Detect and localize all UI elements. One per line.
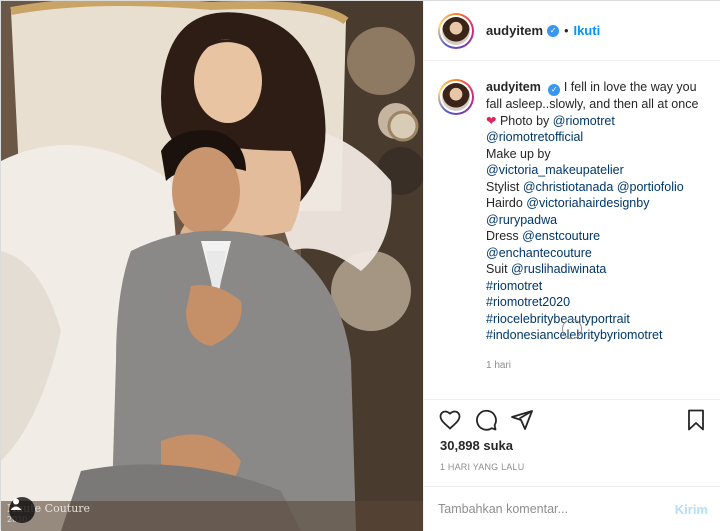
mention-link[interactable]: @victoria_makeupatelier (486, 163, 624, 177)
mention-link[interactable]: @christiotanada (523, 180, 614, 194)
caption-section: audyitem ✓ I fell in love the way you fa… (424, 69, 720, 399)
caption-avatar-inner (440, 81, 472, 113)
mention-link[interactable]: @enstcouture (522, 229, 600, 243)
share-icon[interactable] (510, 408, 534, 432)
avatar-image (442, 16, 470, 45)
mention-link[interactable]: @rurypadwa (486, 213, 557, 227)
mention-link[interactable]: @enchantecouture (486, 246, 592, 260)
bookmark-icon[interactable] (684, 408, 708, 432)
comment-icon[interactable] (474, 408, 498, 432)
mention-link[interactable]: @riomotretofficial (486, 130, 583, 144)
action-bar (424, 399, 720, 439)
hashtag-link[interactable]: #riomotret (486, 279, 542, 293)
post-photo[interactable]: Haute Couture 2020 (1, 1, 423, 531)
separator-dot: • (564, 23, 569, 38)
post-sidebar: audyitem ✓ • Ikuti audyitem ✓ I fell in … (423, 1, 720, 531)
heart-icon[interactable] (438, 408, 462, 432)
follow-button[interactable]: Ikuti (573, 23, 600, 38)
posted-time: 1 HARI YANG LALU (440, 462, 525, 472)
comment-bar: Kirim (424, 486, 720, 531)
caption-text4: Stylist (486, 179, 523, 194)
caption-avatar[interactable] (438, 79, 474, 115)
mention-link[interactable]: @victoriahairdesignby (526, 196, 649, 210)
post-comment-button[interactable]: Kirim (675, 502, 708, 517)
caption-text5: Hairdo (486, 196, 527, 211)
hashtag-link[interactable]: #riocelebritybeautyportrait (486, 312, 630, 326)
caption-text7: Suit (486, 262, 512, 277)
caption-verified-badge-icon: ✓ (548, 84, 561, 97)
loading-icon (562, 319, 582, 339)
caption-username[interactable]: audyitem (486, 80, 541, 94)
likes-count[interactable]: 30,898 suka (440, 438, 513, 453)
post-modal: Haute Couture 2020 audyitem ✓ • Ikuti (0, 0, 720, 531)
comment-input[interactable] (438, 502, 675, 516)
user-silhouette-icon (10, 498, 22, 510)
header-username[interactable]: audyitem (486, 23, 543, 38)
caption-avatar-image (442, 83, 470, 111)
heart-emoji-icon: ❤ (486, 113, 497, 128)
avatar-inner (440, 14, 472, 47)
caption-text6: Dress (486, 229, 523, 244)
profile-icon[interactable] (9, 497, 35, 523)
mention-link[interactable]: @portiofolio (617, 180, 684, 194)
avatar[interactable] (438, 12, 474, 49)
caption-text3: Make up by (486, 146, 551, 161)
hashtag-link[interactable]: #riomotret2020 (486, 295, 570, 309)
caption-text2: Photo by (496, 113, 553, 128)
caption-text: audyitem ✓ I fell in love the way you fa… (486, 79, 708, 389)
mention-link[interactable]: @riomotret (553, 114, 615, 128)
mention-link[interactable]: @ruslihadiwinata (511, 262, 606, 276)
verified-badge-icon: ✓ (547, 24, 560, 37)
photo-illustration (1, 1, 423, 531)
caption-time: 1 hari (486, 359, 512, 371)
post-header: audyitem ✓ • Ikuti (424, 1, 720, 61)
